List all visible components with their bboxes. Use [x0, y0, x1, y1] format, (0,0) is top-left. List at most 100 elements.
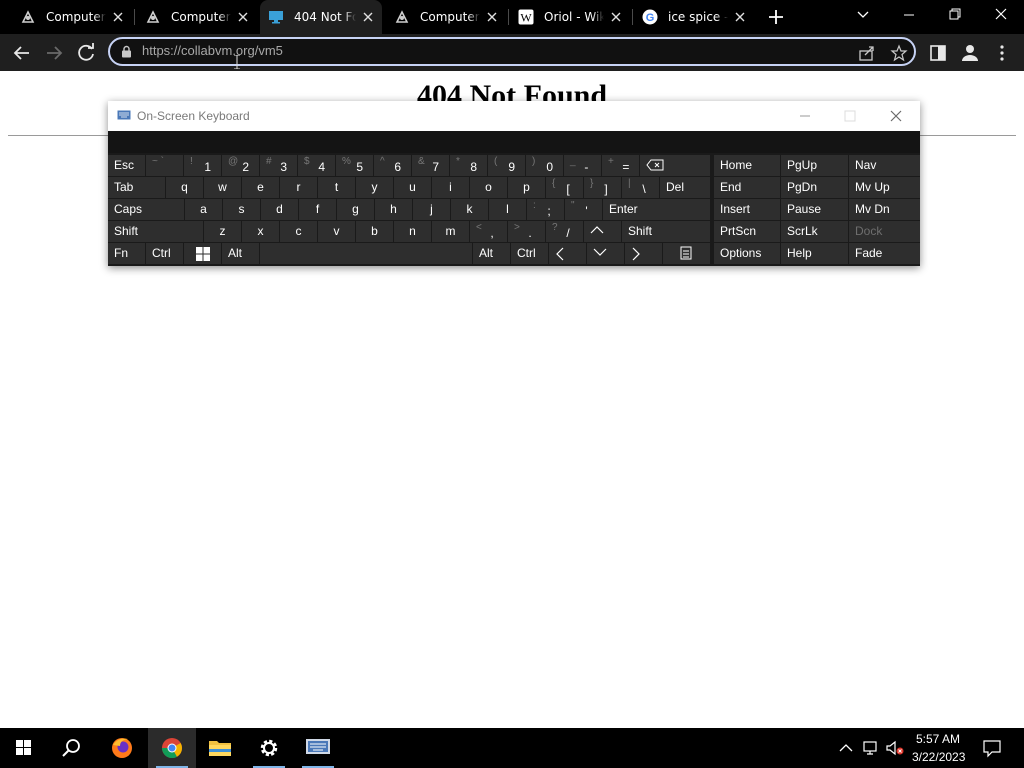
chrome-taskbar-button[interactable] [148, 728, 196, 768]
osk-close-icon[interactable] [881, 105, 911, 127]
key-nav[interactable]: Nav [849, 155, 920, 176]
tab-computernewb-1[interactable]: Computernewb [12, 0, 132, 34]
key-c[interactable]: c [280, 221, 317, 242]
close-icon[interactable] [237, 11, 249, 23]
key-pgdn[interactable]: PgDn [781, 177, 848, 198]
key-qsym-1[interactable]: }] [584, 177, 621, 198]
key-mvup[interactable]: Mv Up [849, 177, 920, 198]
key-prtscn[interactable]: PrtScn [714, 221, 780, 242]
key-e[interactable]: e [242, 177, 279, 198]
more-menu-icon[interactable] [989, 40, 1015, 66]
key-ctrl-right[interactable]: Ctrl [511, 243, 548, 264]
bookmark-star-icon[interactable] [890, 44, 908, 62]
search-icon[interactable] [48, 728, 96, 768]
address-bar[interactable]: https://collabvm.org/vm5 [108, 37, 916, 66]
key-zsym-2[interactable]: ? / [546, 221, 583, 242]
key-help[interactable]: Help [781, 243, 848, 264]
key-pause[interactable]: Pause [781, 199, 848, 220]
key-u[interactable]: u [394, 177, 431, 198]
tab-ice-spice-google[interactable]: G ice spice - Google [634, 0, 754, 34]
key-t[interactable]: t [318, 177, 355, 198]
key-zsym-0[interactable]: <, [470, 221, 507, 242]
key-number-9[interactable]: (9 [488, 155, 525, 176]
key-asym-1[interactable]: " ' [565, 199, 602, 220]
key-number-12[interactable]: + = [602, 155, 639, 176]
forward-arrow-icon[interactable] [41, 40, 67, 66]
key-arrow-right[interactable] [625, 243, 662, 264]
key-insert[interactable]: Insert [714, 199, 780, 220]
key-alt-left[interactable]: Alt [222, 243, 259, 264]
clock-date[interactable]: 3/22/2023 [912, 750, 965, 764]
key-i[interactable]: i [432, 177, 469, 198]
close-icon[interactable] [112, 11, 124, 23]
key-backspace[interactable] [640, 155, 710, 176]
key-arrow-left[interactable] [549, 243, 586, 264]
key-j[interactable]: j [413, 199, 450, 220]
back-arrow-icon[interactable] [9, 40, 35, 66]
key-x[interactable]: x [242, 221, 279, 242]
key-a[interactable]: a [185, 199, 222, 220]
firefox-icon[interactable] [98, 728, 146, 768]
chevron-up-icon[interactable] [838, 740, 854, 756]
close-icon[interactable] [734, 11, 746, 23]
key-o[interactable]: o [470, 177, 507, 198]
key-end[interactable]: End [714, 177, 780, 198]
key-number-2[interactable]: @2 [222, 155, 259, 176]
new-tab-plus-icon[interactable] [765, 6, 787, 28]
key-r[interactable]: r [280, 177, 317, 198]
tab-search-chevron-icon[interactable] [840, 0, 886, 30]
key-mvdn[interactable]: Mv Dn [849, 199, 920, 220]
key-p[interactable]: p [508, 177, 545, 198]
key-z[interactable]: z [204, 221, 241, 242]
osk-minimize-icon[interactable] [790, 105, 820, 127]
key-number-10[interactable]: ) 0 [526, 155, 563, 176]
key-windows[interactable] [184, 243, 221, 264]
key-arrow-down[interactable] [587, 243, 624, 264]
key-number-3[interactable]: #3 [260, 155, 297, 176]
restore-icon[interactable] [932, 0, 978, 30]
key-alt-right[interactable]: Alt [473, 243, 510, 264]
clock-time[interactable]: 5:57 AM [916, 732, 960, 746]
share-icon[interactable] [858, 44, 876, 62]
key-number-6[interactable]: ^ 6 [374, 155, 411, 176]
key-n[interactable]: n [394, 221, 431, 242]
key-options[interactable]: Options [714, 243, 780, 264]
profile-icon[interactable] [957, 40, 983, 66]
key-scrlk[interactable]: ScrLk [781, 221, 848, 242]
key-fade[interactable]: Fade [849, 243, 920, 264]
key-home[interactable]: Home [714, 155, 780, 176]
key-f[interactable]: f [299, 199, 336, 220]
network-icon[interactable] [862, 739, 880, 757]
url-text[interactable]: https://collabvm.org/vm5 [142, 43, 283, 58]
key-space[interactable] [260, 243, 472, 264]
key-qsym-0[interactable]: {[ [546, 177, 583, 198]
key-fn[interactable]: Fn [108, 243, 145, 264]
key-number-8[interactable]: * 8 [450, 155, 487, 176]
key-tab[interactable]: Tab [108, 177, 165, 198]
close-icon[interactable] [610, 11, 622, 23]
key-pgup[interactable]: PgUp [781, 155, 848, 176]
key-number-0[interactable]: ~ ` [146, 155, 183, 176]
key-ctrl-left[interactable]: Ctrl [146, 243, 183, 264]
key-m[interactable]: m [432, 221, 469, 242]
file-explorer-icon[interactable] [196, 728, 244, 768]
key-v[interactable]: v [318, 221, 355, 242]
key-esc[interactable]: Esc [108, 155, 145, 176]
key-s[interactable]: s [223, 199, 260, 220]
key-dock[interactable]: Dock [849, 221, 920, 242]
close-icon[interactable] [362, 11, 374, 23]
key-d[interactable]: d [261, 199, 298, 220]
settings-taskbar-button[interactable] [245, 728, 293, 768]
key-y[interactable]: y [356, 177, 393, 198]
key-number-1[interactable]: ! 1 [184, 155, 221, 176]
minimize-icon[interactable] [886, 0, 932, 30]
key-asym-0[interactable]: :; [527, 199, 564, 220]
key-w[interactable]: w [204, 177, 241, 198]
close-window-icon[interactable] [978, 0, 1024, 30]
key-zsym-1[interactable]: >. [508, 221, 545, 242]
reload-icon[interactable] [73, 40, 99, 66]
key-shift-left[interactable]: Shift [108, 221, 203, 242]
key-number-4[interactable]: $4 [298, 155, 335, 176]
key-number-7[interactable]: & 7 [412, 155, 449, 176]
key-h[interactable]: h [375, 199, 412, 220]
